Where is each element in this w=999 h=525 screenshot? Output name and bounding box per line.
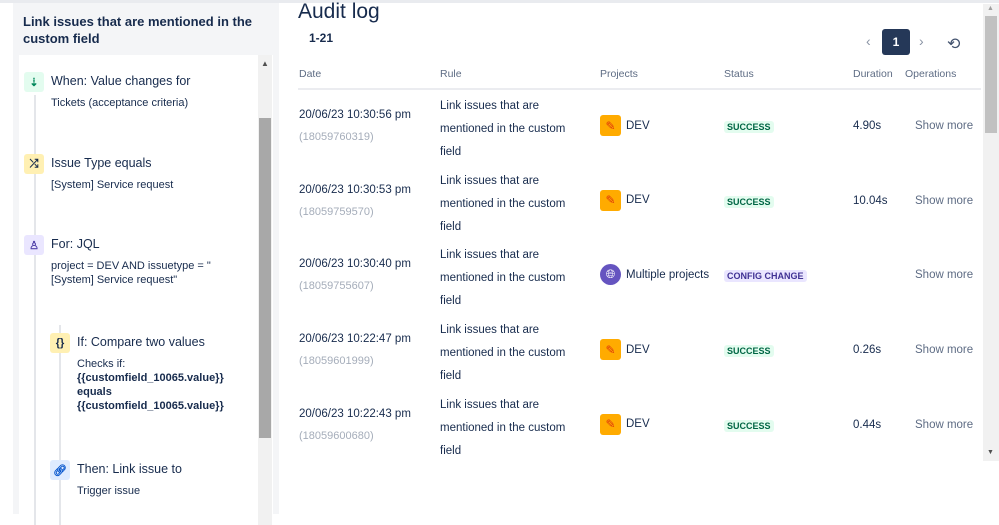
project-name: DEV (626, 194, 650, 207)
project-avatar-icon: ✎ (600, 115, 621, 136)
row-rule: Link issues that are mentioned in the cu… (440, 174, 566, 233)
scrollbar-thumb[interactable] (985, 16, 997, 133)
column-header-operations: Operations (905, 68, 957, 80)
globe-icon: 🌐︎ (600, 264, 621, 286)
column-header-projects[interactable]: Projects (600, 68, 638, 80)
row-rule: Link issues that are mentioned in the cu… (440, 100, 566, 158)
scroll-up-icon[interactable]: ▲ (987, 5, 994, 12)
column-header-duration[interactable]: Duration (853, 68, 893, 80)
table-row: 20/06/23 10:22:47 pm (18059601999) Link … (0, 314, 999, 389)
chevron-left-icon[interactable]: ‹ (866, 33, 871, 49)
table-row: 20/06/23 10:30:53 pm (18059759570) Link … (0, 165, 999, 240)
scroll-down-icon[interactable]: ▼ (987, 449, 994, 456)
row-id: (18059760319) (299, 131, 374, 143)
row-duration: 0.44s (853, 418, 882, 431)
show-more-link[interactable]: Show more (915, 195, 973, 207)
table-row: 20/06/23 10:30:56 pm (18059760319) Link … (0, 90, 999, 165)
row-project: 🌐︎ Multiple projects (600, 264, 710, 286)
row-project: ✎ DEV (600, 413, 650, 435)
row-date: 20/06/23 10:22:47 pm (299, 333, 411, 346)
row-duration: 10.04s (853, 194, 888, 207)
status-badge: SUCCESS (724, 121, 774, 133)
status-badge: SUCCESS (724, 419, 774, 432)
main-scrollbar[interactable]: ▲ ▼ (983, 4, 999, 461)
row-date: 20/06/23 10:22:43 pm (299, 407, 411, 420)
page-title: Audit log (298, 0, 380, 23)
row-rule: Link issues that are mentioned in the cu… (440, 398, 566, 457)
project-name: DEV (626, 343, 650, 356)
table-row: 20/06/23 10:22:43 pm (18059600680) Link … (0, 389, 999, 464)
rule-title: Link issues that are mentioned in the cu… (23, 14, 252, 46)
chevron-right-icon[interactable]: › (919, 33, 924, 49)
show-more-link[interactable]: Show more (915, 344, 973, 356)
row-date: 20/06/23 10:30:40 pm (299, 258, 411, 271)
show-more-link[interactable]: Show more (915, 419, 973, 431)
step-heading: Then: Link issue to (77, 462, 182, 476)
show-more-link[interactable]: Show more (915, 269, 973, 281)
show-more-link[interactable]: Show more (915, 120, 973, 132)
row-id: (18059755607) (299, 280, 374, 293)
scroll-up-icon[interactable]: ▲ (261, 59, 269, 68)
row-project: ✎ DEV (600, 339, 650, 361)
status-badge: CONFIG CHANGE (724, 270, 807, 283)
row-rule: Link issues that are mentioned in the cu… (440, 324, 566, 383)
row-date: 20/06/23 10:30:53 pm (299, 183, 411, 196)
row-duration: 4.90s (853, 120, 882, 132)
project-avatar-icon: ✎ (600, 189, 621, 211)
project-avatar-icon: ✎ (600, 413, 621, 435)
row-project: ✎ DEV (600, 115, 650, 136)
page-button[interactable]: 1 (882, 29, 910, 55)
project-avatar-icon: ✎ (600, 339, 621, 361)
row-date: 20/06/23 10:30:56 pm (299, 109, 411, 121)
row-id: (18059759570) (299, 205, 374, 218)
column-header-date[interactable]: Date (299, 68, 321, 80)
column-header-status[interactable]: Status (724, 68, 754, 80)
row-id: (18059601999) (299, 355, 374, 368)
status-badge: SUCCESS (724, 345, 774, 358)
status-badge: SUCCESS (724, 195, 774, 208)
row-project: ✎ DEV (600, 189, 650, 211)
row-rule: Link issues that are mentioned in the cu… (440, 249, 566, 308)
result-range: 1-21 (309, 31, 334, 45)
project-name: DEV (626, 418, 650, 431)
refresh-icon[interactable]: ⟲ (947, 34, 960, 54)
row-duration: 0.26s (853, 344, 882, 357)
trigger-icon: ⇣ (24, 72, 44, 92)
project-name: Multiple projects (626, 268, 710, 281)
project-name: DEV (626, 119, 650, 132)
table-row: 20/06/23 10:30:40 pm (18059755607) Link … (0, 239, 999, 314)
step-detail: Trigger issue (77, 485, 141, 497)
column-header-rule[interactable]: Rule (440, 68, 462, 80)
row-id: (18059600680) (299, 429, 374, 442)
step-heading: When: Value changes for (51, 74, 191, 88)
